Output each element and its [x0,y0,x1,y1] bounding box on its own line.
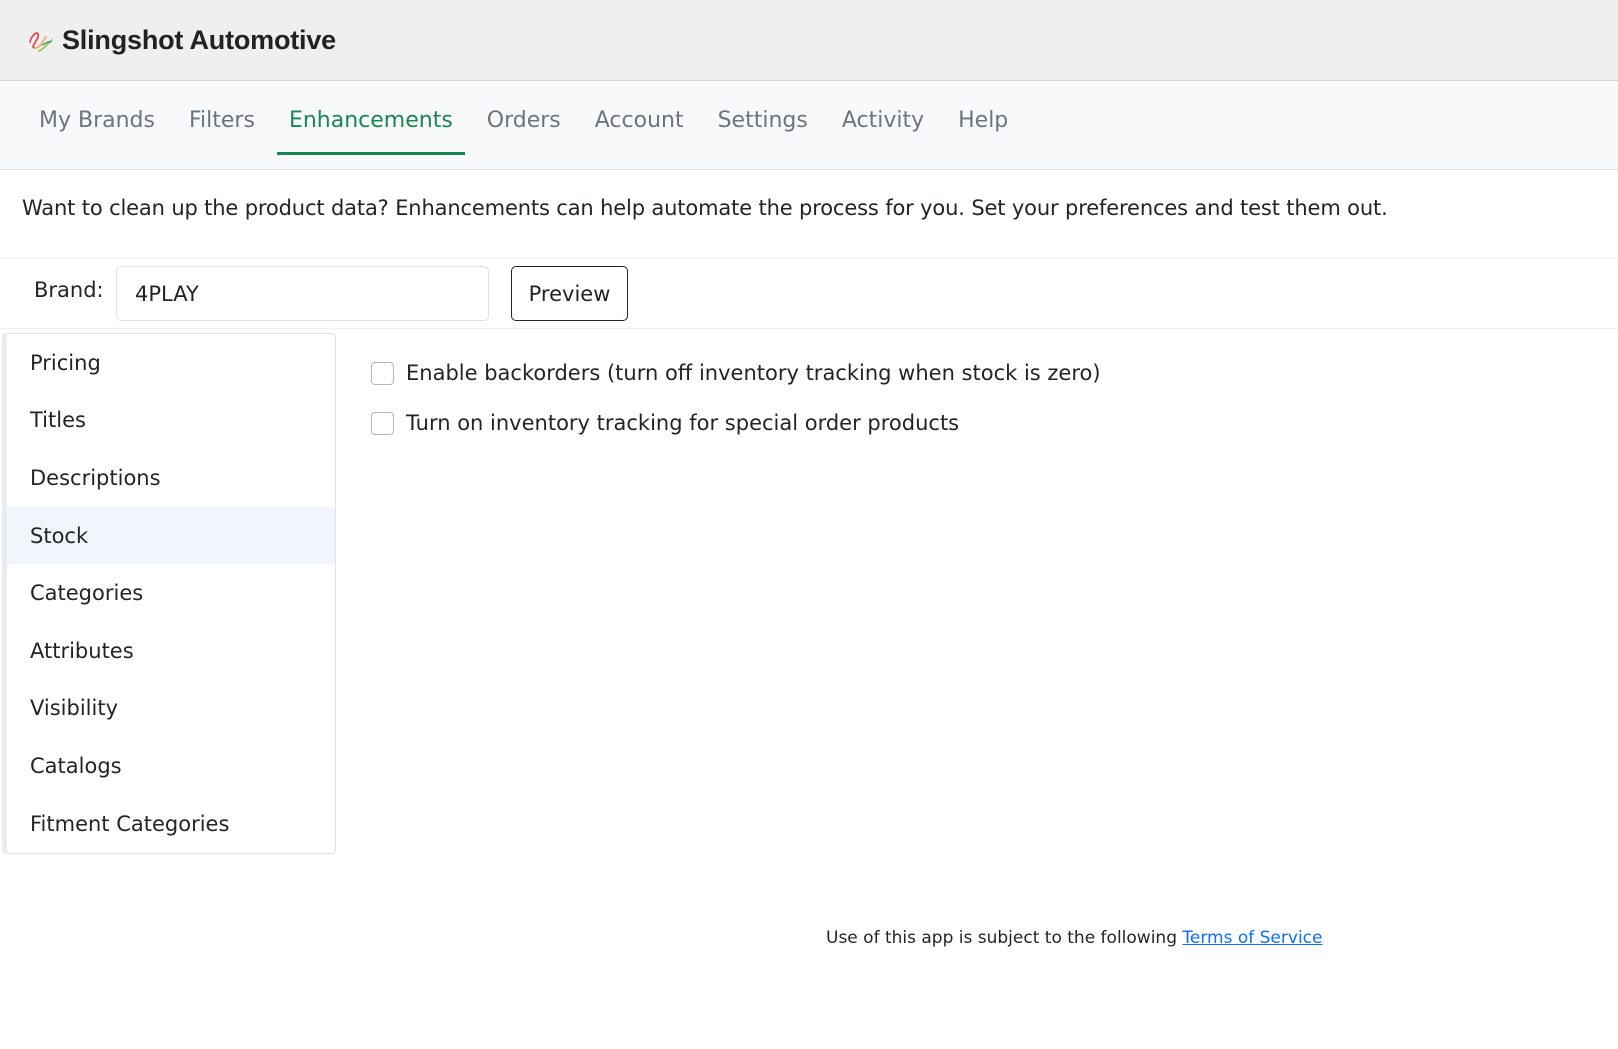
menu-item-catalogs[interactable]: Catalogs [7,737,335,795]
divider [0,258,1618,259]
tab-account[interactable]: Account [578,81,701,169]
tab-enhancements[interactable]: Enhancements [276,81,465,169]
brand-label: Brand: [34,278,104,302]
menu-item-titles[interactable]: Titles [7,392,335,450]
divider [0,328,1618,329]
menu-item-visibility[interactable]: Visibility [7,680,335,738]
footer-text: Use of this app is subject to the follow… [826,928,1177,948]
footer: Use of this app is subject to the follow… [826,928,1322,948]
tab-settings[interactable]: Settings [701,81,825,169]
tab-help[interactable]: Help [941,81,1025,169]
menu-item-categories[interactable]: Categories [7,564,335,622]
terms-of-service-link[interactable]: Terms of Service [1182,928,1322,948]
special-order-tracking-label: Turn on inventory tracking for special o… [406,411,960,435]
menu-item-attributes[interactable]: Attributes [7,622,335,680]
menu-item-pricing[interactable]: Pricing [7,334,335,392]
main-nav: My Brands Filters Enhancements Orders Ac… [0,81,1618,170]
special-order-tracking-option[interactable]: Turn on inventory tracking for special o… [371,411,959,435]
enhancement-menu: Pricing Titles Descriptions Stock Catego… [2,333,336,854]
backorders-checkbox[interactable] [371,361,394,385]
intro-text: Want to clean up the product data? Enhan… [22,196,1388,220]
tab-orders[interactable]: Orders [470,81,578,169]
menu-item-stock[interactable]: Stock [7,506,335,565]
backorders-option[interactable]: Enable backorders (turn off inventory tr… [371,361,1101,385]
tab-my-brands[interactable]: My Brands [22,81,172,169]
backorders-label: Enable backorders (turn off inventory tr… [406,361,1101,385]
menu-item-fitment-categories[interactable]: Fitment Categories [7,795,335,853]
tab-filters[interactable]: Filters [172,81,272,169]
slingshot-logo-icon [26,25,56,55]
tab-activity[interactable]: Activity [825,81,941,169]
app-header: Slingshot Automotive [0,0,1618,81]
app-title: Slingshot Automotive [62,24,336,55]
brand-input[interactable] [116,266,489,321]
menu-item-descriptions[interactable]: Descriptions [7,449,335,507]
preview-button[interactable]: Preview [511,266,628,321]
special-order-tracking-checkbox[interactable] [371,411,394,435]
